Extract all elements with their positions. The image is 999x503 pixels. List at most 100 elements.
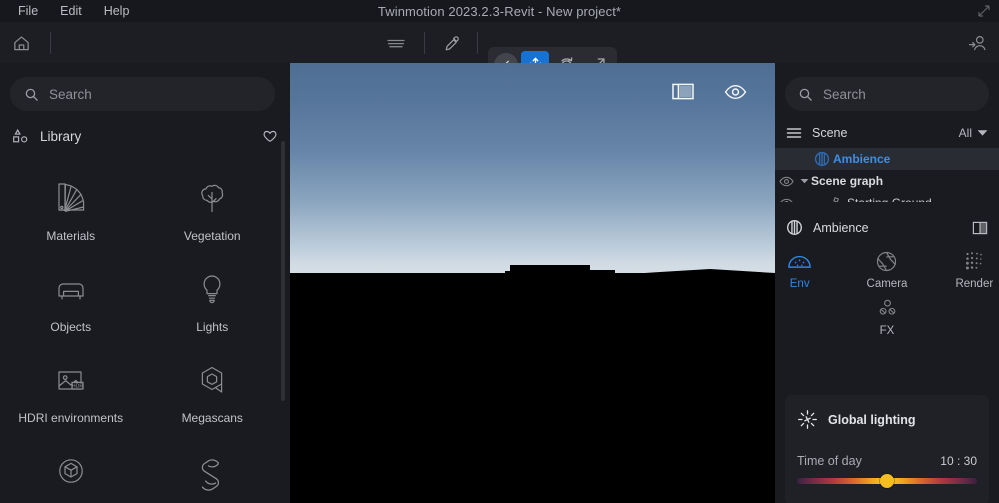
- tree-item-label: Ambience: [833, 152, 891, 166]
- time-of-day-value[interactable]: 10 : 30: [940, 454, 977, 468]
- dome-env-icon: [787, 249, 812, 273]
- scene-filter-dropdown[interactable]: All: [959, 126, 988, 140]
- stacked-lines-icon[interactable]: [384, 33, 408, 53]
- hdr-image-icon: HDR: [51, 361, 91, 401]
- category-label: Render: [955, 278, 994, 290]
- chevron-down-icon: [977, 129, 988, 137]
- home-icon[interactable]: [9, 31, 33, 55]
- library-search-input[interactable]: Search: [10, 77, 275, 111]
- library-scrollbar[interactable]: [281, 141, 285, 401]
- toolbar-divider-2: [424, 32, 425, 54]
- category-camera[interactable]: Camera: [862, 249, 911, 290]
- menu-item-file[interactable]: File: [7, 2, 49, 21]
- scene-search-input[interactable]: Search: [785, 77, 989, 111]
- menu-item-help[interactable]: Help: [93, 2, 141, 21]
- library-item-objects[interactable]: Objects: [0, 256, 142, 347]
- chevron-down-icon[interactable]: [797, 178, 811, 184]
- sun-burst-icon: [797, 409, 818, 430]
- ground-icon: [825, 196, 847, 202]
- time-of-day-slider-handle[interactable]: [880, 474, 894, 488]
- split-panel-icon[interactable]: [672, 83, 694, 100]
- list-icon[interactable]: [786, 126, 802, 140]
- toolbar-divider-1: [50, 32, 51, 54]
- library-header: Library: [0, 118, 290, 154]
- bulb-icon: [192, 270, 232, 310]
- properties-category-grid: Env Camera Render FX: [775, 249, 999, 343]
- scene-filter-label: All: [958, 126, 972, 140]
- category-row-2: FX: [775, 296, 999, 337]
- tree-item-label: Starting Ground: [847, 196, 932, 202]
- terrain-silhouette: [290, 265, 775, 503]
- library-item-label: Vegetation: [183, 228, 241, 243]
- library-item-label: Lights: [196, 319, 229, 334]
- library-title: Library: [40, 128, 82, 144]
- library-item-sketchfab[interactable]: Sketchfab: [0, 438, 142, 503]
- scene-tree: Ambience Scene graph: [775, 148, 999, 202]
- main-toolbar: [0, 22, 999, 83]
- library-item-megascans[interactable]: Megascans: [142, 347, 284, 438]
- aperture-icon: [875, 249, 898, 273]
- substance-s-icon: [192, 452, 232, 492]
- sofa-icon: [51, 270, 91, 310]
- properties-title: Ambience: [813, 220, 869, 235]
- eye-icon[interactable]: [724, 84, 747, 100]
- ambience-icon: [811, 151, 833, 167]
- global-lighting-title: Global lighting: [828, 412, 916, 427]
- global-lighting-card: Global lighting Time of day 10 : 30: [785, 395, 989, 503]
- menu-bar: File Edit Help: [0, 2, 140, 21]
- sketchfab-cube-icon: [51, 452, 91, 492]
- eye-icon[interactable]: [775, 198, 797, 202]
- sign-in-person-icon[interactable]: [965, 31, 989, 55]
- global-lighting-header: Global lighting: [797, 409, 977, 430]
- library-item-label: Materials: [46, 228, 96, 243]
- properties-header: Ambience: [775, 211, 999, 244]
- 3d-viewport[interactable]: [290, 63, 775, 503]
- heart-icon[interactable]: [262, 128, 278, 144]
- category-label: Env: [789, 278, 810, 290]
- library-item-adobe-substance-3d[interactable]: Adobe Substance 3D: [142, 438, 284, 503]
- category-row-1: Env Camera Render: [775, 249, 999, 290]
- library-item-lights[interactable]: Lights: [142, 256, 284, 347]
- expand-diagonal-icon[interactable]: [977, 4, 991, 18]
- tree-item-scene-graph[interactable]: Scene graph: [775, 170, 999, 192]
- menu-item-edit[interactable]: Edit: [49, 2, 93, 21]
- category-render[interactable]: Render: [950, 249, 999, 290]
- library-item-vegetation[interactable]: Vegetation: [142, 165, 284, 256]
- category-label: FX: [879, 325, 895, 337]
- eye-icon[interactable]: [775, 176, 797, 187]
- shapes-icon: [12, 128, 29, 145]
- title-bar: File Edit Help Twinmotion 2023.2.3-Revit…: [0, 0, 999, 22]
- time-of-day-label: Time of day: [797, 454, 862, 468]
- ambience-icon: [786, 219, 803, 236]
- scene-properties-panel: Search Scene All Ambience Scene graph Am…: [775, 63, 999, 503]
- category-label: Camera: [866, 278, 908, 290]
- window-title: Twinmotion 2023.2.3-Revit - New project*: [377, 3, 622, 19]
- library-item-hdri-environments[interactable]: HDR HDRI environments: [0, 347, 142, 438]
- time-of-day-slider[interactable]: [797, 474, 977, 488]
- tree-icon: [192, 179, 232, 219]
- megascans-icon: [192, 361, 232, 401]
- scene-header: Scene All: [775, 118, 999, 148]
- viewport-overlay-icons: [672, 83, 747, 100]
- tree-item-starting-ground[interactable]: Starting Ground: [775, 192, 999, 202]
- time-of-day-row: Time of day 10 : 30: [797, 454, 977, 468]
- library-grid: Materials Vegetation Objects Lights HDR …: [0, 161, 283, 503]
- library-item-label: Objects: [50, 319, 92, 334]
- dots-render-icon: [963, 249, 985, 273]
- library-item-label: Megascans: [181, 410, 243, 425]
- library-search-placeholder: Search: [49, 86, 92, 102]
- scene-search-placeholder: Search: [823, 86, 866, 102]
- tree-item-label: Scene graph: [811, 174, 884, 188]
- color-fan-icon: [51, 179, 91, 219]
- category-env[interactable]: Env: [775, 249, 824, 290]
- library-item-materials[interactable]: Materials: [0, 165, 142, 256]
- tree-item-ambience[interactable]: Ambience: [775, 148, 999, 170]
- svg-text:HDR: HDR: [72, 383, 83, 389]
- dock-panel-icon[interactable]: [972, 220, 988, 236]
- category-fx[interactable]: FX: [860, 296, 914, 337]
- search-icon: [798, 87, 813, 102]
- eyedropper-icon[interactable]: [441, 32, 463, 54]
- library-item-label: HDRI environments: [18, 410, 124, 425]
- scene-title: Scene: [812, 126, 848, 140]
- search-icon: [24, 87, 39, 102]
